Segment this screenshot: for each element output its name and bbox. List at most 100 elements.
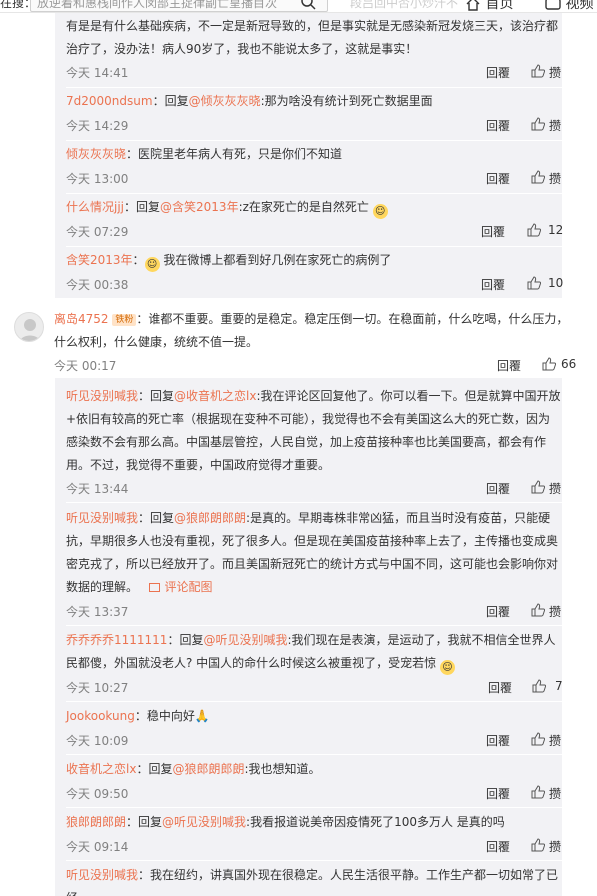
sub-comment-text: 收音机之恋lx：回复@狼郎朗郎朗:我也想知道。: [66, 762, 321, 776]
sub-comment-text: 含笑2013年： ☺ 我在微博上都看到好几例在家死亡的病例了: [66, 253, 392, 272]
image-icon: [149, 583, 161, 592]
reply-button[interactable]: 回覆: [497, 357, 521, 374]
thumbs-up-icon[interactable]: [531, 732, 545, 746]
video-icon: [545, 0, 561, 10]
sub-comment-text: 听见没别喊我：回复@狼郎朗郎朗:是真的。早期毒株非常凶猛，而且当时没有疫苗，只能…: [66, 511, 559, 594]
like-count: 攒: [549, 605, 562, 619]
divider: [66, 140, 562, 141]
comment-time: 今天 00:38: [66, 278, 129, 292]
comment-time: 今天 14:41: [66, 66, 129, 80]
like-count: 攒: [549, 840, 562, 854]
mention-link[interactable]: @狼郎朗郎朗: [174, 511, 246, 525]
mention-link[interactable]: @倾灰灰灰晓: [189, 94, 261, 108]
comment-username[interactable]: 听见没别喊我: [66, 389, 138, 403]
divider: [66, 860, 562, 861]
avatar[interactable]: [14, 312, 44, 342]
home-icon: [466, 0, 480, 11]
reply-button[interactable]: 回覆: [486, 785, 510, 802]
comment-time: 今天 09:14: [66, 840, 129, 854]
like-count: 攒: [549, 482, 562, 496]
comment-username[interactable]: 含笑2013年: [66, 253, 133, 267]
comment-username[interactable]: 听见没别喊我: [66, 868, 138, 882]
thumbs-up-icon[interactable]: [531, 480, 545, 494]
comment-username[interactable]: 倾灰灰灰晓: [66, 147, 126, 161]
divider: [66, 625, 562, 626]
thumbs-up-icon[interactable]: [527, 276, 541, 290]
reply-button[interactable]: 回覆: [486, 603, 510, 620]
like-count: 攒: [549, 119, 562, 133]
comment-username[interactable]: 狼郎朗郎朗: [66, 815, 126, 829]
mention-link[interactable]: @含笑2013年: [160, 200, 239, 214]
thumbs-up-icon[interactable]: [532, 679, 546, 693]
nav-video-link[interactable]: 视频: [545, 0, 593, 12]
divider: [66, 87, 562, 88]
thumbs-up-icon[interactable]: [531, 170, 545, 184]
fan-badge: 铁粉: [112, 314, 137, 326]
nav-hint-text: 段吕回中否小炒汗不: [350, 0, 459, 10]
like-count: 攒: [549, 787, 562, 801]
like-count: 66: [561, 357, 577, 371]
mention-link[interactable]: @收音机之恋lx: [174, 389, 256, 403]
mention-link[interactable]: @听见没别喊我: [162, 815, 246, 829]
thumbs-up-icon[interactable]: [531, 603, 545, 617]
comment-time: 今天 13:37: [66, 605, 129, 619]
reply-button[interactable]: 回覆: [481, 223, 505, 240]
comment-time: 今天 10:27: [66, 681, 129, 695]
like-count: 12: [548, 223, 564, 237]
nav-home-link[interactable]: 首页: [465, 0, 513, 12]
top-navigation-bar: 在搜： 放逆着和惠栈间作人闵部主捉律副亡皇播目次 段吕回中否小炒汗不 首页 视频: [0, 0, 597, 13]
divider: [66, 754, 562, 755]
reply-button[interactable]: 回覆: [481, 276, 505, 293]
comment-username[interactable]: 离岛4752: [54, 312, 109, 326]
divider: [66, 246, 562, 247]
avatar-image: [19, 319, 41, 341]
sub-comment-text: 狼郎朗郎朗：回复@听见没别喊我:我看报道说美帝因疫情死了100多万人 是真的吗: [66, 815, 505, 829]
like-count: 7: [555, 679, 563, 693]
reply-button[interactable]: 回覆: [486, 117, 510, 134]
comment-username[interactable]: 收音机之恋lx: [66, 762, 136, 776]
like-count: 攒: [549, 172, 562, 186]
reply-button[interactable]: 回覆: [486, 732, 510, 749]
search-input-text: 放逆着和惠栈间作人闵部主捉律副亡皇播目次: [37, 0, 278, 10]
mention-link[interactable]: @听见没别喊我: [203, 633, 287, 647]
sub-comment-text: 倾灰灰灰晓：医院里老年病人有死，只是你们不知道: [66, 147, 343, 161]
search-input[interactable]: 放逆着和惠栈间作人闵部主捉律副亡皇播目次: [30, 0, 328, 12]
like-count: 攒: [549, 734, 562, 748]
like-count: 10: [548, 276, 564, 290]
reply-button[interactable]: 回覆: [486, 170, 510, 187]
divider: [66, 502, 562, 503]
comment-username[interactable]: 7d2000ndsum: [66, 94, 153, 108]
thumbs-up-icon[interactable]: [531, 838, 545, 852]
sub-comment-text: 什么情况jjj：回复@含笑2013年:z在家死亡的是自然死亡 ☺: [66, 196, 562, 219]
thumbs-up-icon[interactable]: [531, 117, 545, 131]
main-comment-text: 离岛4752 铁粉 ：谁都不重要。重要的是稳定。稳定压倒一切。在稳面前，什么吃喝，…: [54, 312, 569, 349]
comment-time: 今天 14:29: [66, 119, 129, 133]
pray-emoji-icon: 🙏: [194, 709, 210, 723]
mention-link[interactable]: @狼郎朗郎朗: [172, 762, 244, 776]
divider: [66, 807, 562, 808]
comment-username[interactable]: 什么情况jjj: [66, 200, 124, 214]
reply-button[interactable]: 回覆: [486, 480, 510, 497]
emoji-icon: ☺: [372, 204, 388, 219]
thumbs-up-icon[interactable]: [527, 223, 541, 237]
sub-comment-text: 听见没别喊我：我在纽约，讲真国外现在很稳定。人民生活很平静。工作生产都一切如常了…: [66, 868, 559, 896]
comment-username[interactable]: 乔乔乔乔1111111: [66, 633, 167, 647]
reply-button[interactable]: 回覆: [488, 679, 512, 696]
comment-time: 今天 13:00: [66, 172, 129, 186]
reply-button[interactable]: 回覆: [486, 838, 510, 855]
comment-time: 今天 09:50: [66, 787, 129, 801]
reply-button[interactable]: 回覆: [486, 64, 510, 81]
sub-comment-text: Jookookung：稳中向好🙏: [66, 709, 210, 723]
comment-username[interactable]: 听见没别喊我: [66, 511, 138, 525]
sub-comment-text: 听见没别喊我：回复@收音机之恋lx:我在评论区回复他了。你可以看一下。但是就算中…: [66, 389, 561, 472]
thumbs-up-icon[interactable]: [542, 357, 556, 371]
thumbs-up-icon[interactable]: [531, 785, 545, 799]
divider: [66, 701, 562, 702]
emoji-icon: ☺: [440, 660, 456, 675]
sub-comment-text: 7d2000ndsum：回复@倾灰灰灰晓:那为啥没有统计到死亡数据里面: [66, 94, 433, 108]
comment-username[interactable]: Jookookung: [66, 709, 135, 723]
thumbs-up-icon[interactable]: [531, 64, 545, 78]
comment-image-link[interactable]: 评论配图: [149, 580, 212, 594]
comment-time: 今天 00:17: [54, 359, 117, 373]
search-icon[interactable]: [300, 0, 316, 10]
